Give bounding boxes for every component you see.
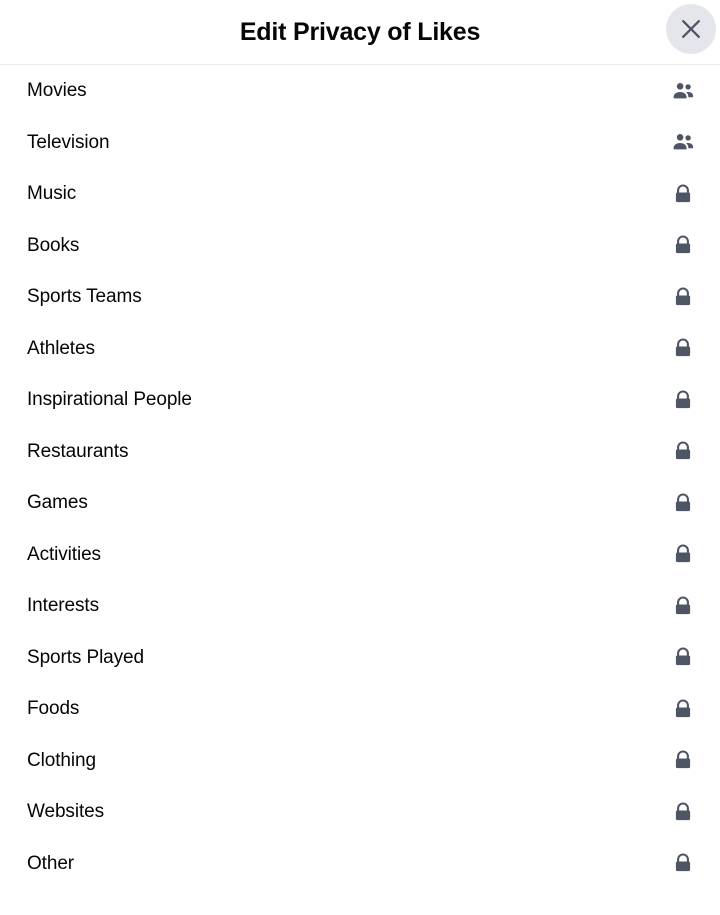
list-item[interactable]: Movies: [0, 65, 720, 117]
list-item[interactable]: Books: [0, 219, 720, 271]
edit-privacy-dialog: Edit Privacy of Likes Movies Television Mu…: [0, 0, 720, 915]
list-item[interactable]: Websites: [0, 786, 720, 838]
list-item[interactable]: Activities: [0, 528, 720, 580]
list-item[interactable]: Sports Played: [0, 631, 720, 683]
list-item-label: Movies: [27, 80, 87, 102]
lock-icon[interactable]: [672, 749, 694, 771]
list-item[interactable]: Games: [0, 477, 720, 529]
list-item-label: Sports Played: [27, 646, 144, 668]
list-item-label: Books: [27, 234, 80, 256]
list-item[interactable]: Interests: [0, 580, 720, 632]
lock-icon[interactable]: [672, 852, 694, 874]
friends-icon[interactable]: [672, 80, 694, 102]
dialog-header: Edit Privacy of Likes: [0, 0, 720, 64]
list-item[interactable]: Music: [0, 168, 720, 220]
list-item[interactable]: Foods: [0, 683, 720, 735]
close-button[interactable]: [666, 4, 716, 54]
list-item[interactable]: Inspirational People: [0, 374, 720, 426]
lock-icon[interactable]: [672, 698, 694, 720]
lock-icon[interactable]: [672, 492, 694, 514]
lock-icon[interactable]: [672, 440, 694, 462]
list-item-label: Television: [27, 131, 110, 153]
list-item-label: Websites: [27, 801, 104, 823]
lock-icon[interactable]: [672, 646, 694, 668]
list-item-label: Music: [27, 183, 77, 205]
list-item-label: Clothing: [27, 749, 96, 771]
list-item-label: Games: [27, 492, 88, 514]
list-item-label: Athletes: [27, 337, 95, 359]
lock-icon[interactable]: [672, 234, 694, 256]
list-item[interactable]: Sports Teams: [0, 271, 720, 323]
lock-icon[interactable]: [672, 595, 694, 617]
list-item-label: Foods: [27, 698, 80, 720]
page-title: Edit Privacy of Likes: [239, 17, 481, 46]
list-item-label: Sports Teams: [27, 286, 142, 308]
list-item-label: Restaurants: [27, 440, 129, 462]
list-item[interactable]: Restaurants: [0, 425, 720, 477]
list-item-label: Other: [27, 852, 75, 874]
list-item-label: Inspirational People: [27, 389, 192, 411]
lock-icon[interactable]: [672, 337, 694, 359]
lock-icon[interactable]: [672, 801, 694, 823]
list-item[interactable]: Other: [0, 837, 720, 889]
lock-icon[interactable]: [672, 183, 694, 205]
friends-icon[interactable]: [672, 131, 694, 153]
list-item-label: Activities: [27, 543, 101, 565]
list-item-label: Interests: [27, 595, 99, 617]
privacy-category-list: Movies Television Music Books Sports Teams At…: [0, 65, 720, 889]
list-item[interactable]: Television: [0, 116, 720, 168]
list-item[interactable]: Clothing: [0, 734, 720, 786]
lock-icon[interactable]: [672, 286, 694, 308]
lock-icon[interactable]: [672, 389, 694, 411]
lock-icon[interactable]: [672, 543, 694, 565]
close-icon: [680, 18, 702, 40]
list-item[interactable]: Athletes: [0, 322, 720, 374]
